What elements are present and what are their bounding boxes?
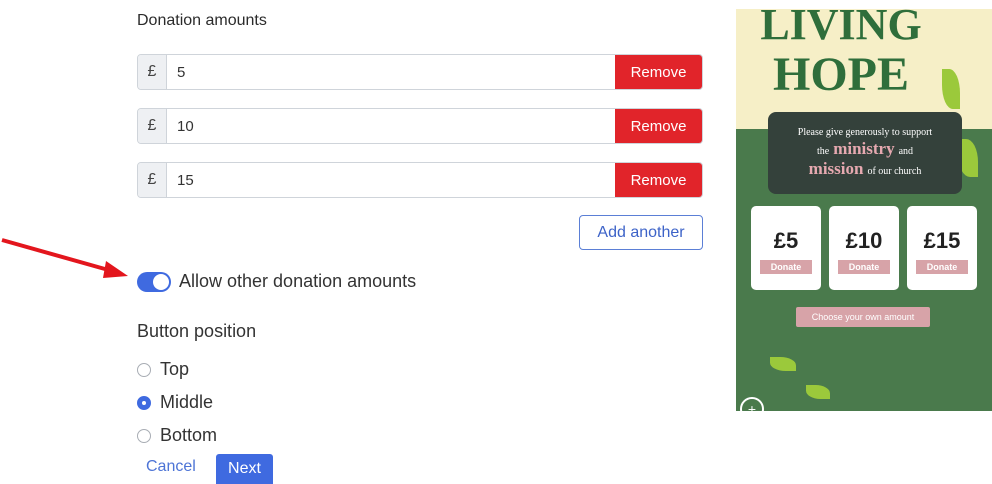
- radio-option-bottom[interactable]: Bottom: [137, 425, 217, 446]
- next-button[interactable]: Next: [216, 454, 273, 484]
- cancel-link[interactable]: Cancel: [146, 458, 196, 476]
- poster-message-line1: Please give generously to support: [797, 127, 933, 138]
- radio-label: Top: [160, 359, 190, 379]
- amount-row: £ Remove: [137, 108, 703, 144]
- amount-input[interactable]: [167, 109, 615, 143]
- radio-label: Middle: [160, 392, 214, 412]
- radio-option-top[interactable]: Top: [137, 359, 189, 380]
- poster-donation-card: £5 Donate: [751, 206, 821, 290]
- poster-message-the: the: [816, 146, 830, 157]
- card-amount: £10: [845, 228, 883, 253]
- donation-amounts-title: Donation amounts: [137, 12, 267, 29]
- card-donate-button: Donate: [916, 260, 968, 274]
- allow-other-toggle[interactable]: [137, 271, 171, 292]
- cross-circle-icon: +: [740, 397, 764, 411]
- currency-prefix: £: [138, 55, 167, 89]
- allow-other-label: Allow other donation amounts: [179, 271, 417, 291]
- poster-title-living: LIVING: [760, 9, 922, 49]
- add-another-button[interactable]: Add another: [579, 215, 703, 250]
- currency-prefix: £: [138, 163, 167, 197]
- toggle-knob: [153, 273, 169, 290]
- card-donate-button: Donate: [838, 260, 890, 274]
- remove-button[interactable]: Remove: [615, 55, 702, 89]
- allow-other-amounts-row: Allow other donation amounts: [137, 271, 416, 292]
- poster-donation-card: £10 Donate: [829, 206, 899, 290]
- poster-message-end: of our church: [867, 166, 922, 177]
- poster-own-amount-button: Choose your own amount: [796, 307, 930, 327]
- remove-button[interactable]: Remove: [615, 163, 702, 197]
- radio-button[interactable]: [137, 395, 151, 410]
- amount-input[interactable]: [167, 163, 615, 197]
- leaf-icon: [770, 357, 796, 371]
- poster-title-hope: HOPE: [772, 48, 909, 101]
- poster-message-mission: mission: [808, 159, 864, 178]
- remove-button[interactable]: Remove: [615, 109, 702, 143]
- donation-poster-preview: LIVING HOPE Please give generously to su…: [736, 9, 992, 411]
- amount-row: £ Remove: [137, 162, 703, 198]
- poster-donation-card: £15 Donate: [907, 206, 977, 290]
- card-amount: £15: [923, 228, 961, 253]
- radio-button[interactable]: [137, 362, 151, 377]
- leaf-icon: [806, 385, 830, 399]
- button-position-title: Button position: [137, 321, 257, 341]
- poster-message-box: Please give generously to support the mi…: [768, 112, 962, 194]
- poster-message-ministry: ministry: [833, 139, 895, 158]
- amount-input[interactable]: [167, 55, 615, 89]
- radio-label: Bottom: [160, 425, 218, 445]
- poster-message-and: and: [898, 146, 914, 157]
- amount-row: £ Remove: [137, 54, 703, 90]
- card-donate-button: Donate: [760, 260, 812, 274]
- radio-button[interactable]: [137, 428, 151, 443]
- currency-prefix: £: [138, 109, 167, 143]
- card-amount: £5: [773, 228, 799, 253]
- red-arrow-annotation: [1, 238, 128, 278]
- radio-option-middle[interactable]: Middle: [137, 392, 213, 413]
